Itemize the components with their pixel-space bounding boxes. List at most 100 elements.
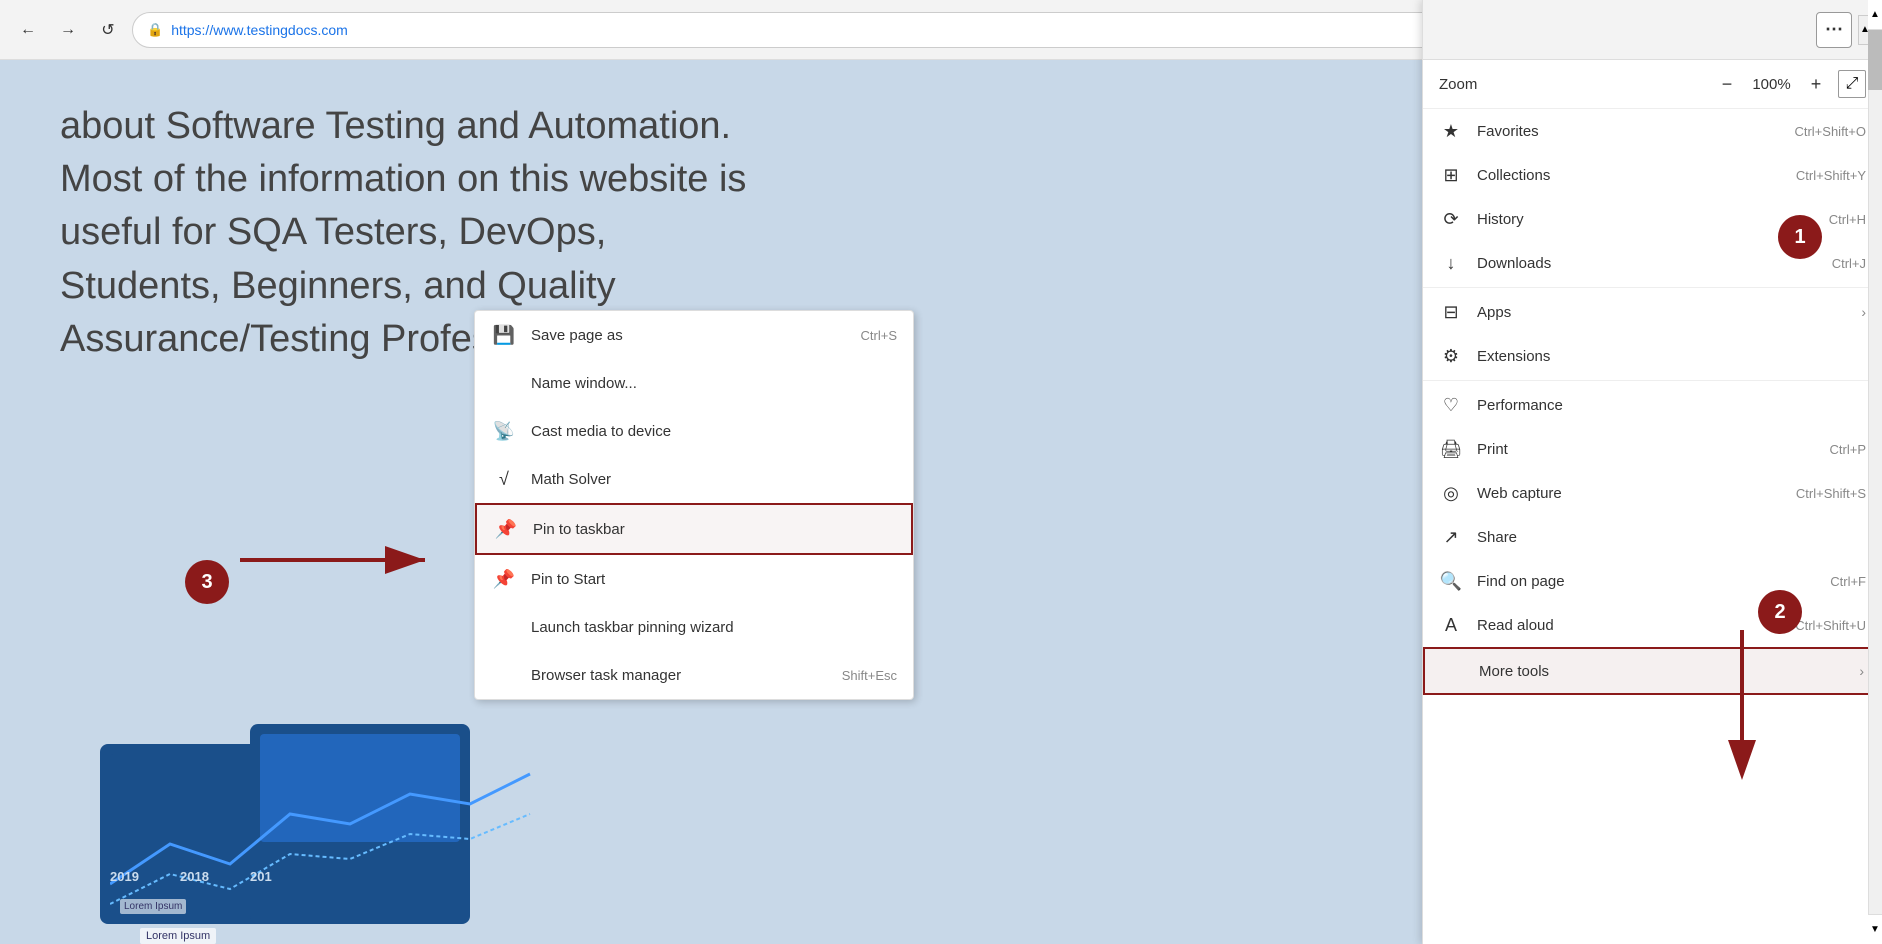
history-icon: ⟳	[1439, 207, 1463, 231]
lock-icon: 🔒	[147, 22, 163, 38]
performance-icon: ♡	[1439, 393, 1463, 417]
downloads-label: Downloads	[1477, 255, 1818, 272]
math-solver-ctx-label: Math Solver	[531, 471, 897, 488]
zoom-plus-button[interactable]: +	[1802, 70, 1830, 98]
pin-taskbar-ctx-icon: 📌	[493, 516, 519, 542]
zoom-value: 100%	[1749, 76, 1794, 93]
collections-shortcut: Ctrl+Shift+Y	[1796, 168, 1866, 183]
forward-button[interactable]: →	[52, 14, 84, 46]
annotation-circle-3: 3	[185, 560, 229, 604]
menu-item-web-capture[interactable]: ◎ Web capture Ctrl+Shift+S	[1423, 471, 1882, 515]
zoom-label: Zoom	[1439, 76, 1705, 93]
context-menu-items-container: 💾 Save page as Ctrl+S Name window... 📡 Cast m…	[475, 311, 913, 699]
scrollbar-down[interactable]: ▼	[1868, 914, 1882, 944]
print-label: Print	[1477, 441, 1816, 458]
save-page-as-ctx-shortcut: Ctrl+S	[861, 328, 897, 343]
zoom-minus-button[interactable]: −	[1713, 70, 1741, 98]
menu-item-share[interactable]: ↗ Share	[1423, 515, 1882, 559]
annotation-circle-2: 2	[1758, 590, 1802, 634]
context-item-math-solver[interactable]: √ Math Solver	[475, 455, 913, 503]
save-page-as-ctx-label: Save page as	[531, 327, 847, 344]
apps-label: Apps	[1477, 304, 1847, 321]
more-tools-arrow: ›	[1859, 663, 1864, 679]
math-solver-ctx-icon: √	[491, 466, 517, 492]
find-on-page-shortcut: Ctrl+F	[1830, 574, 1866, 589]
menu-item-find-on-page[interactable]: 🔍 Find on page Ctrl+F	[1423, 559, 1882, 603]
launch-wizard-ctx-icon	[491, 614, 517, 640]
collections-label: Collections	[1477, 167, 1782, 184]
scrollbar-thumb[interactable]	[1868, 30, 1882, 90]
extensions-icon: ⚙	[1439, 344, 1463, 368]
web-capture-icon: ◎	[1439, 481, 1463, 505]
downloads-shortcut: Ctrl+J	[1832, 256, 1866, 271]
context-item-cast-media[interactable]: 📡 Cast media to device	[475, 407, 913, 455]
print-icon: 🖨	[1439, 437, 1463, 461]
context-item-save-page-as[interactable]: 💾 Save page as Ctrl+S	[475, 311, 913, 359]
zoom-expand-button[interactable]: ⤢	[1838, 70, 1866, 98]
annotation-circle-1: 1	[1778, 215, 1822, 259]
read-aloud-icon: A	[1439, 613, 1463, 637]
name-window-ctx-label: Name window...	[531, 375, 897, 392]
back-button[interactable]: ←	[12, 14, 44, 46]
dashboard-illustration: Lorem Ipsum Lorem Ipsum 2019 2018 201	[100, 664, 600, 944]
apps-arrow: ›	[1861, 304, 1866, 320]
menu-item-more-tools[interactable]: More tools ›	[1423, 647, 1882, 695]
scrollbar-up[interactable]: ▲	[1868, 0, 1882, 30]
separator-after-extensions	[1423, 380, 1882, 381]
favorites-label: Favorites	[1477, 123, 1780, 140]
edge-menu-items-container: ★ Favorites Ctrl+Shift+O ⊞ Collections Ctrl+S…	[1423, 109, 1882, 695]
extensions-label: Extensions	[1477, 348, 1866, 365]
context-item-browser-task[interactable]: Browser task manager Shift+Esc	[475, 651, 913, 699]
history-shortcut: Ctrl+H	[1829, 212, 1866, 227]
pin-start-ctx-icon: 📌	[491, 566, 517, 592]
favorites-shortcut: Ctrl+Shift+O	[1794, 124, 1866, 139]
history-label: History	[1477, 211, 1815, 228]
context-item-pin-taskbar[interactable]: 📌 Pin to taskbar	[475, 503, 913, 555]
menu-item-apps[interactable]: ⊟ Apps ›	[1423, 290, 1882, 334]
edge-menu-header: ⋯ ▲	[1423, 0, 1882, 60]
save-page-as-ctx-icon: 💾	[491, 322, 517, 348]
menu-item-performance[interactable]: ♡ Performance	[1423, 383, 1882, 427]
read-aloud-shortcut: Ctrl+Shift+U	[1795, 618, 1866, 633]
favorites-icon: ★	[1439, 119, 1463, 143]
web-capture-label: Web capture	[1477, 485, 1782, 502]
apps-icon: ⊟	[1439, 300, 1463, 324]
edge-menu: ⋯ ▲ 1 Zoom − 100% + ⤢ ★ Favorites Ctrl+Shi…	[1422, 0, 1882, 944]
menu-item-extensions[interactable]: ⚙ Extensions	[1423, 334, 1882, 378]
more-tools-icon	[1441, 659, 1465, 683]
share-icon: ↗	[1439, 525, 1463, 549]
separator-after-downloads	[1423, 287, 1882, 288]
browser-task-ctx-label: Browser task manager	[531, 667, 828, 684]
web-capture-shortcut: Ctrl+Shift+S	[1796, 486, 1866, 501]
chart-svg	[110, 744, 570, 924]
refresh-button[interactable]: ↺	[92, 14, 124, 46]
pin-start-ctx-label: Pin to Start	[531, 571, 897, 588]
cast-media-ctx-label: Cast media to device	[531, 423, 897, 440]
find-on-page-icon: 🔍	[1439, 569, 1463, 593]
menu-item-collections[interactable]: ⊞ Collections Ctrl+Shift+Y	[1423, 153, 1882, 197]
context-item-pin-start[interactable]: 📌 Pin to Start	[475, 555, 913, 603]
browser-task-ctx-shortcut: Shift+Esc	[842, 668, 897, 683]
context-item-name-window[interactable]: Name window...	[475, 359, 913, 407]
read-aloud-label: Read aloud	[1477, 617, 1781, 634]
scrollbar-track: ▲ ▼	[1868, 0, 1882, 944]
name-window-ctx-icon	[491, 370, 517, 396]
menu-item-favorites[interactable]: ★ Favorites Ctrl+Shift+O	[1423, 109, 1882, 153]
browser-task-ctx-icon	[491, 662, 517, 688]
pin-taskbar-ctx-label: Pin to taskbar	[533, 521, 895, 538]
three-dots-button[interactable]: ⋯	[1816, 12, 1852, 48]
print-shortcut: Ctrl+P	[1830, 442, 1866, 457]
launch-wizard-ctx-label: Launch taskbar pinning wizard	[531, 619, 897, 636]
find-on-page-label: Find on page	[1477, 573, 1816, 590]
context-menu: 💾 Save page as Ctrl+S Name window... 📡 Cast m…	[474, 310, 914, 700]
collections-icon: ⊞	[1439, 163, 1463, 187]
share-label: Share	[1477, 529, 1866, 546]
performance-label: Performance	[1477, 397, 1866, 414]
downloads-icon: ↓	[1439, 251, 1463, 275]
menu-item-print[interactable]: 🖨 Print Ctrl+P	[1423, 427, 1882, 471]
zoom-row: Zoom − 100% + ⤢	[1423, 60, 1882, 109]
context-item-launch-wizard[interactable]: Launch taskbar pinning wizard	[475, 603, 913, 651]
cast-media-ctx-icon: 📡	[491, 418, 517, 444]
menu-item-read-aloud[interactable]: A Read aloud Ctrl+Shift+U	[1423, 603, 1882, 647]
more-tools-label: More tools	[1479, 663, 1845, 680]
